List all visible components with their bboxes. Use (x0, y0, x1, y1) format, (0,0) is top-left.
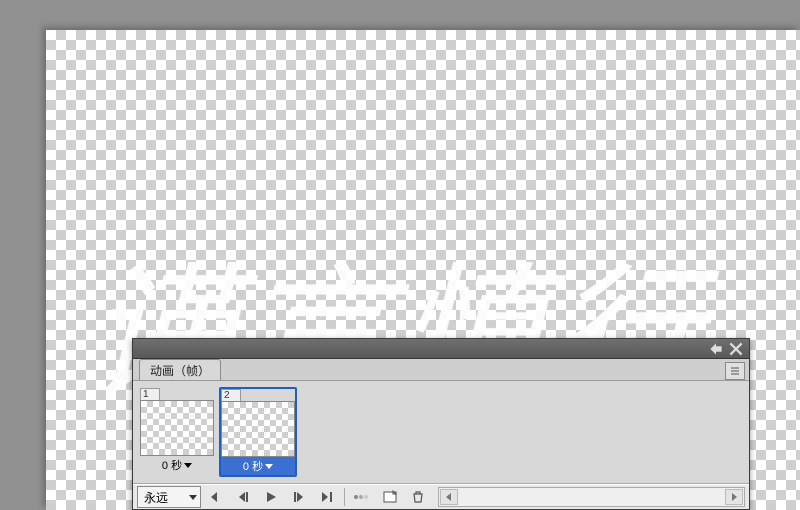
play-button[interactable] (257, 485, 285, 509)
frame-preview (221, 401, 295, 457)
last-frame-button[interactable] (313, 485, 341, 509)
chevron-down-icon (189, 495, 197, 500)
panel-titlebar[interactable] (133, 339, 749, 359)
animation-toolbar: 永远 (133, 484, 749, 509)
frames-scrollbar[interactable] (438, 487, 745, 507)
tween-button[interactable] (348, 485, 376, 509)
new-frame-button[interactable] (376, 485, 404, 509)
frame-thumb[interactable]: 1 0 秒 (139, 387, 215, 475)
frame-delay[interactable]: 0 秒 (140, 456, 214, 474)
close-icon[interactable] (729, 342, 743, 356)
loop-label: 永远 (144, 489, 168, 506)
tab-animation-frames[interactable]: 动画（帧） (139, 359, 221, 380)
chevron-down-icon (184, 463, 192, 468)
frame-delay-label: 0 秒 (243, 458, 263, 474)
scroll-left-button[interactable] (440, 489, 458, 505)
first-frame-button[interactable] (201, 485, 229, 509)
frame-index: 1 (140, 388, 160, 400)
prev-frame-button[interactable] (229, 485, 257, 509)
frame-preview (140, 400, 214, 456)
panel-tabstrip: 动画（帧） (133, 359, 749, 381)
delete-frame-button[interactable] (404, 485, 432, 509)
chevron-down-icon (265, 464, 273, 469)
collapse-icon[interactable] (709, 342, 723, 356)
loop-select[interactable]: 永远 (137, 486, 201, 508)
frames-strip[interactable]: 1 0 秒 2 0 秒 (133, 381, 749, 484)
tab-label: 动画（帧） (150, 362, 210, 379)
frame-delay[interactable]: 0 秒 (221, 457, 295, 475)
toolbar-separator (344, 488, 345, 506)
frame-index: 2 (221, 389, 241, 401)
panel-menu-button[interactable] (725, 362, 745, 380)
frame-delay-label: 0 秒 (162, 457, 182, 473)
scroll-right-button[interactable] (725, 489, 743, 505)
animation-panel: 动画（帧） 1 0 秒 2 0 秒 永远 (132, 338, 750, 510)
frame-thumb[interactable]: 2 0 秒 (219, 387, 297, 477)
next-frame-button[interactable] (285, 485, 313, 509)
